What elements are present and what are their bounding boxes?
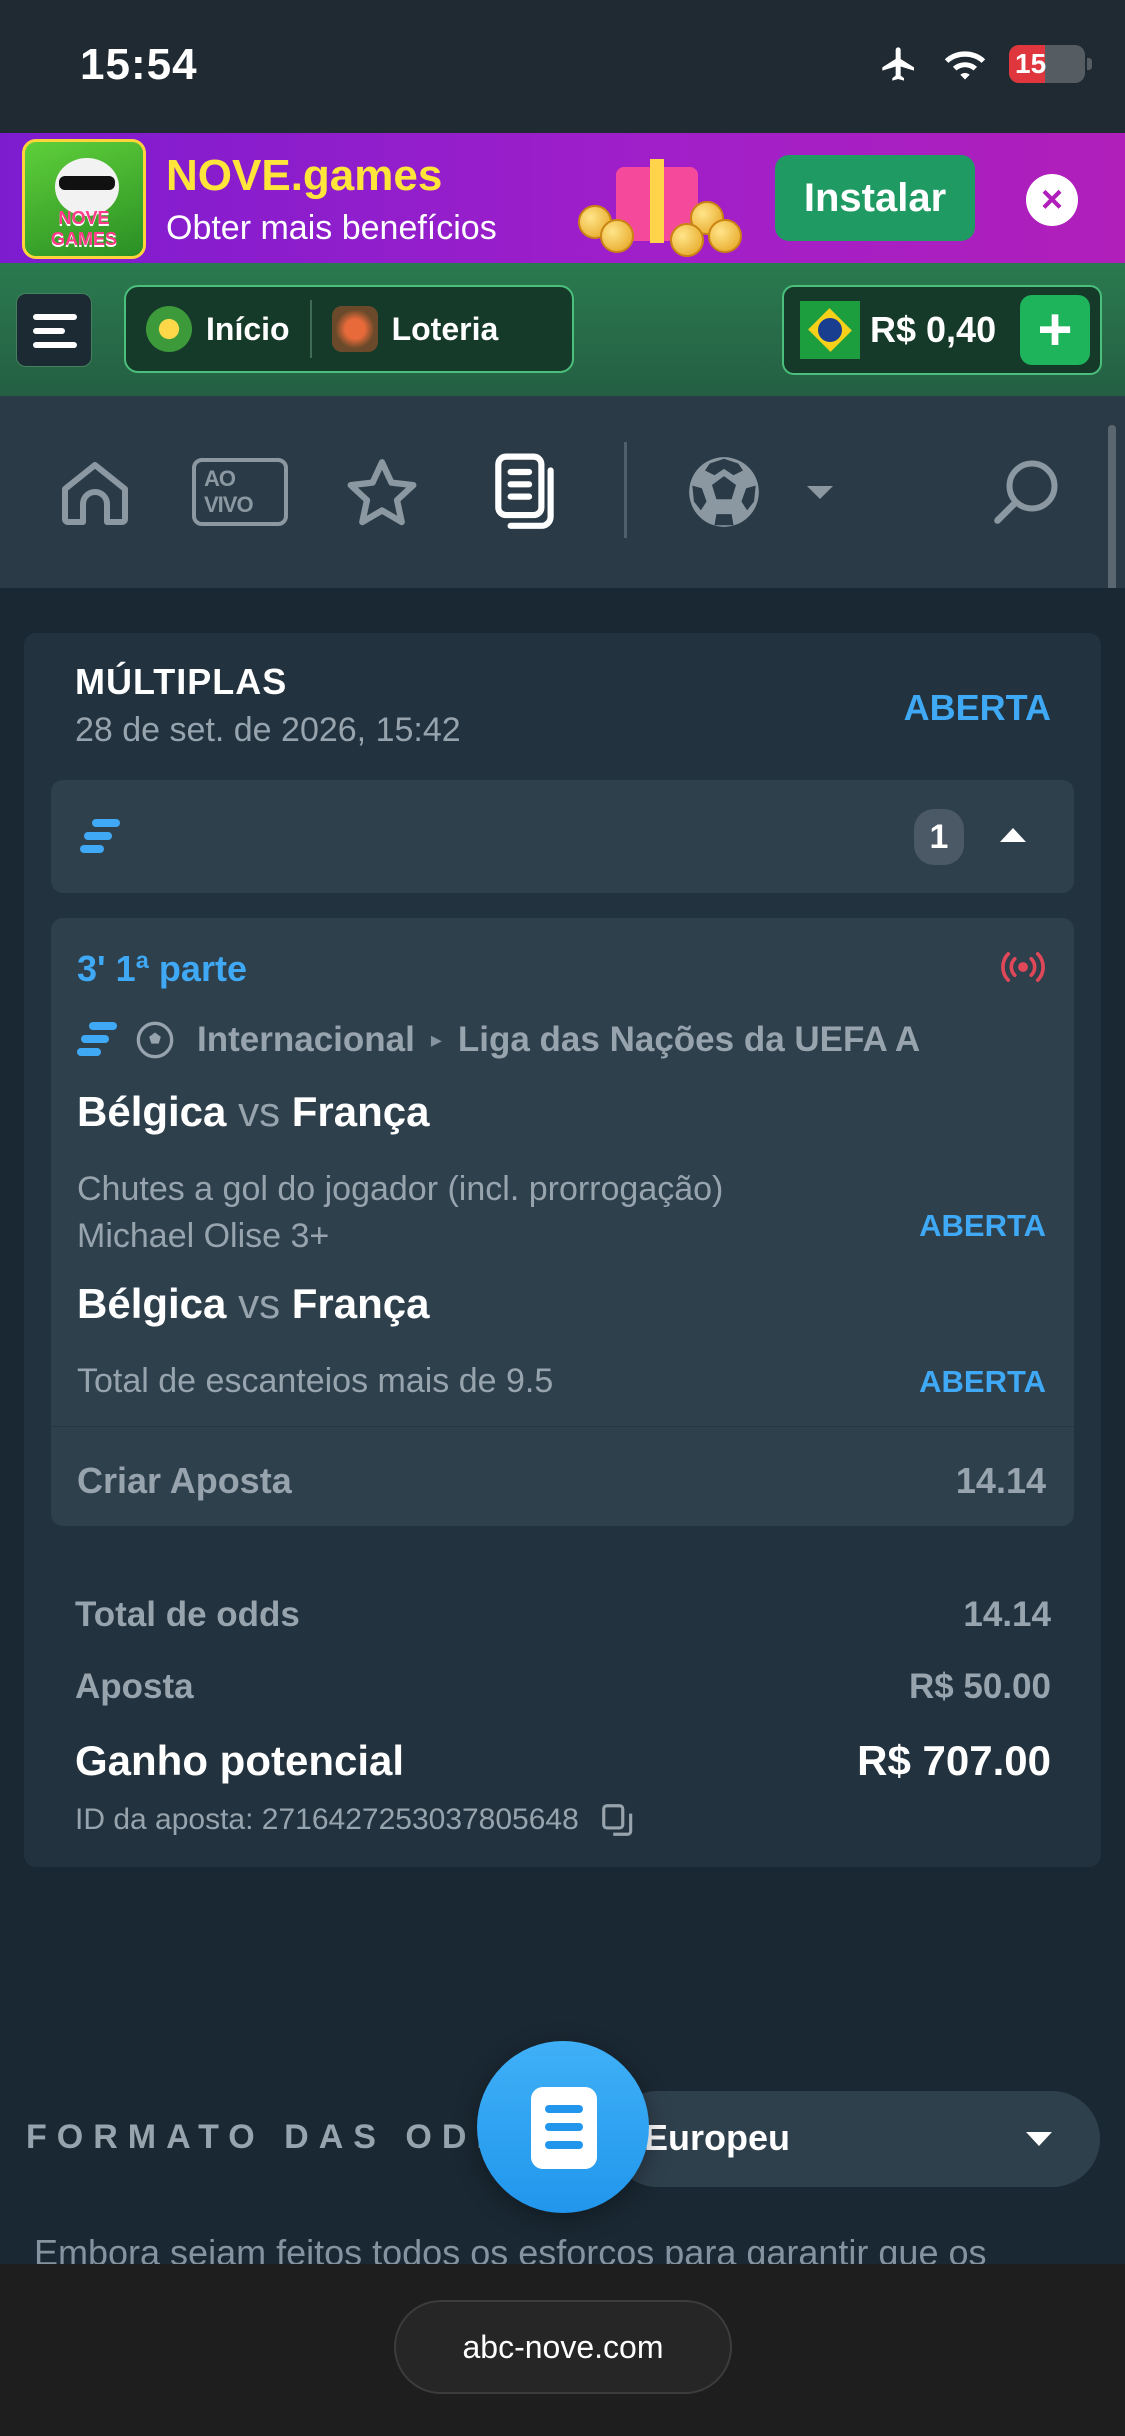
chevron-down-icon [1026,2132,1052,2146]
market-name: Chutes a gol do jogador (incl. prorrogaç… [77,1170,724,1208]
quick-links: Início Loteria [124,285,574,373]
gift-coins-image [570,145,742,257]
bet-slip-icon[interactable] [486,396,566,588]
leg-status: ABERTA [919,1364,1046,1399]
chevron-up-icon[interactable] [1000,828,1026,842]
chevron-right-icon: ▸ [430,1027,442,1052]
sport-navigation: AO VIVO [0,396,1125,588]
bet-card: MÚLTIPLAS 28 de set. de 2026, 15:42 ABER… [24,633,1101,1867]
menu-button[interactable] [16,293,92,367]
total-odds-row: Total de odds 14.14 [75,1595,1051,1635]
bet-builder-group[interactable]: 1 [51,780,1074,893]
promo-subtitle: Obter mais benefícios [166,209,497,247]
match-time: 3' 1ª parte [77,948,247,989]
lottery-icon [331,306,378,352]
top-navigation: Início Loteria R$ 0,40 + [0,263,1125,396]
league-country: Internacional [197,1020,415,1059]
airplane-icon [882,47,914,81]
search-icon[interactable] [986,396,1066,588]
away-team: França [291,1280,430,1327]
stake-row: Aposta R$ 50.00 [75,1667,1051,1707]
bet-slip-icon [531,2087,597,2169]
home-team: Bélgica [77,1280,227,1327]
battery-icon: 15 [1009,45,1092,83]
match-title: Bélgica vs França [77,1280,429,1328]
market-description: Chutes a gol do jogador (incl. prorrogaç… [77,1166,723,1260]
home-link-label: Início [206,310,290,347]
away-team: França [291,1088,430,1135]
total-odds-label: Total de odds [75,1595,300,1634]
potential-win-row: Ganho potencial R$ 707.00 [75,1737,1051,1785]
promo-banner[interactable]: NOVE GAMES NOVE.games Obter mais benefíc… [0,133,1125,263]
stake-value: R$ 50.00 [908,1667,1051,1706]
brazil-flag-icon [800,301,860,359]
status-icons: 15 [877,44,1092,84]
bet-slip-button[interactable] [477,2041,649,2213]
soccer-ball-icon[interactable] [684,396,764,588]
odds-format-label: FORMATO DAS ODDS [26,2118,544,2156]
total-odds-value: 14.14 [963,1595,1051,1634]
create-bet-label: Criar Aposta [77,1460,292,1501]
potential-win-label: Ganho potencial [75,1737,405,1784]
bet-date: 28 de set. de 2026, 15:42 [75,711,461,749]
lottery-link-label: Loteria [391,310,499,347]
bet-legs: 3' 1ª parte Internacional ▸ Liga das Naç… [51,918,1074,1526]
bet-history: MÚLTIPLAS 28 de set. de 2026, 15:42 ABER… [0,588,1125,2273]
bet-builder-icon [77,1022,119,1058]
market-selection: Michael Olise 3+ [77,1217,330,1255]
status-bar: 15:54 15 [0,0,1125,133]
app-logo-text: NOVE GAMES [50,208,117,249]
create-bet-odds: 14.14 [955,1460,1046,1501]
close-icon[interactable]: × [1026,174,1078,226]
status-time: 15:54 [80,40,198,89]
wifi-icon [944,51,986,80]
leg-status: ABERTA [919,1208,1046,1243]
versus-label: vs [238,1280,281,1327]
versus-label: vs [238,1088,281,1135]
soccer-ball-icon [136,1021,174,1059]
potential-win-value: R$ 707.00 [857,1737,1051,1784]
address-bar[interactable]: abc-nove.com [394,2300,732,2394]
home-icon[interactable] [55,396,135,588]
browser-toolbar: abc-nove.com [0,2264,1125,2436]
divider [51,1426,1074,1427]
live-tab[interactable]: AO VIVO [192,396,288,588]
selection-count-badge: 1 [914,809,964,865]
market-name: Total de escanteios mais de 9.5 [77,1362,554,1400]
bet-type: MÚLTIPLAS [75,661,288,702]
bet-builder-icon [80,819,122,855]
league-name: Liga das Nações da UEFA A [457,1020,921,1059]
copy-icon[interactable] [599,1801,637,1839]
bet-id: ID da aposta: 2716427253037805648 [75,1803,579,1836]
stake-label: Aposta [75,1667,194,1706]
odds-format-select[interactable]: Europeu [610,2091,1100,2187]
divider [624,442,627,538]
create-bet-row: Criar Aposta 14.14 [77,1460,1046,1502]
lottery-link[interactable]: Loteria [312,306,519,352]
live-tab-label: AO VIVO [192,458,288,526]
battery-level: 15 [1015,48,1047,79]
home-icon [146,306,192,352]
league-breadcrumb: Internacional ▸ Liga das Nações da UEFA … [77,1018,1044,1062]
wallet-balance[interactable]: R$ 0,40 + [782,285,1102,375]
home-team: Bélgica [77,1088,227,1135]
install-button[interactable]: Instalar [775,155,975,241]
star-icon[interactable] [342,396,422,588]
app-logo: NOVE GAMES [22,139,146,259]
odds-format-value: Europeu [644,2117,791,2158]
deposit-button[interactable]: + [1020,295,1090,365]
match-title: Bélgica vs França [77,1088,429,1136]
chevron-down-icon[interactable] [800,396,840,588]
home-link[interactable]: Início [126,306,310,352]
bet-status: ABERTA [903,687,1051,728]
bet-id-row: ID da aposta: 2716427253037805648 [75,1801,637,1839]
promo-title: NOVE.games [166,151,443,200]
balance-amount: R$ 0,40 [870,309,997,350]
live-broadcast-icon [1001,952,1045,982]
